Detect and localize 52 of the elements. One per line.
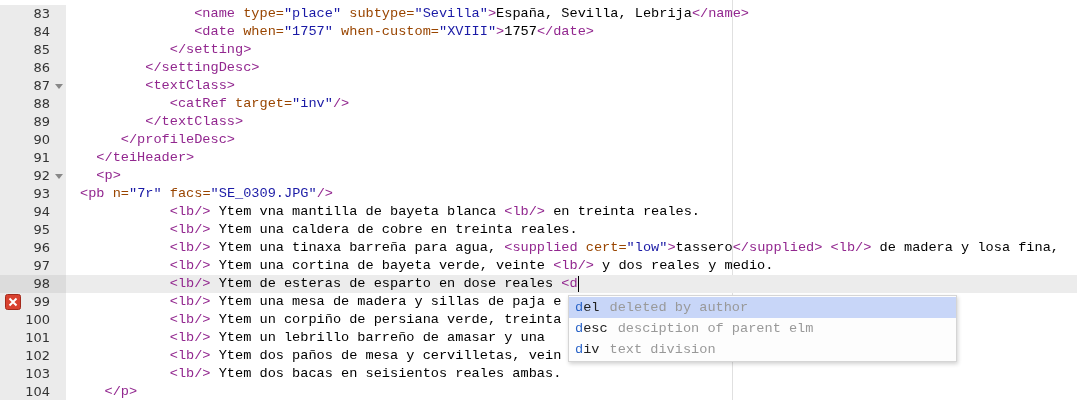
code-line: </textClass> bbox=[144, 113, 244, 131]
code-line: <lb/> Ytem una mesa de madera y sillas de paja e bbox=[168, 293, 562, 311]
line-number: 92 bbox=[33, 167, 50, 185]
code-line: <textClass> bbox=[144, 77, 235, 95]
code-line: <lb/> Ytem un corpiño de persiana verde, treinta bbox=[168, 311, 562, 329]
line-number: 91 bbox=[33, 149, 50, 167]
line-number: 84 bbox=[33, 23, 50, 41]
line-number: 99 bbox=[33, 293, 50, 311]
line-number: 104 bbox=[25, 383, 50, 400]
line-number: 103 bbox=[25, 365, 50, 383]
suggestion-item[interactable]: desc desciption of parent elm bbox=[569, 318, 956, 339]
line-number: 96 bbox=[33, 239, 50, 257]
code-line: </settingDesc> bbox=[144, 59, 260, 77]
line-number: 87 bbox=[33, 77, 50, 95]
line-number: 90 bbox=[33, 131, 50, 149]
code-line: </setting> bbox=[168, 41, 252, 59]
line-number: 86 bbox=[33, 59, 50, 77]
line-number: 83 bbox=[33, 5, 50, 23]
line-number: 94 bbox=[33, 203, 50, 221]
fold-arrow-icon[interactable] bbox=[55, 173, 63, 179]
line-number: 95 bbox=[33, 221, 50, 239]
code-line: </teiHeader> bbox=[95, 149, 195, 167]
code-line: <lb/> Ytem una caldera de cobre en treinta reales. bbox=[168, 221, 578, 239]
code-line: <p> bbox=[95, 167, 121, 185]
line-number: 89 bbox=[33, 113, 50, 131]
line-number: 97 bbox=[33, 257, 50, 275]
suggestion-item[interactable]: div text division bbox=[569, 339, 956, 360]
code-line: <catRef target="inv"/> bbox=[168, 95, 350, 113]
code-line: <lb/> Ytem una cortina de bayeta verde, veinte <lb/> y dos reales y medio. bbox=[168, 257, 774, 275]
code-line: <date when="1757" when-custom="XVIII">1757</date> bbox=[193, 23, 594, 41]
line-number: 101 bbox=[25, 329, 50, 347]
code-line: </profileDesc> bbox=[119, 131, 235, 149]
code-line: <lb/> Ytem dos paños de mesa y cervilletas, vein bbox=[168, 347, 562, 365]
line-number: 102 bbox=[25, 347, 50, 365]
code-line: <lb/> Ytem un lebrillo barreño de amasar y una bbox=[168, 329, 545, 347]
code-editor[interactable] bbox=[0, 0, 1077, 400]
code-line: <lb/> Ytem dos bacas en seisientos reales ambas. bbox=[168, 365, 562, 383]
code-line: <lb/> Ytem vna mantilla de bayeta blanca <lb/> en treinta reales. bbox=[168, 203, 700, 221]
line-number: 100 bbox=[25, 311, 50, 329]
line-number: 93 bbox=[33, 185, 50, 203]
line-number: 85 bbox=[33, 41, 50, 59]
suggestion-item[interactable]: del deleted by author bbox=[569, 297, 956, 318]
error-icon[interactable] bbox=[5, 294, 21, 310]
code-line: <lb/> Ytem de esteras de esparto en dose reales <d bbox=[168, 275, 578, 293]
code-line: </p> bbox=[103, 383, 138, 400]
line-number: 88 bbox=[33, 95, 50, 113]
fold-arrow-icon[interactable] bbox=[55, 83, 63, 89]
code-line: <lb/> Ytem una tinaxa barreña para agua, <supplied cert="low">tassero</supplied> <lb/> de madera y losa fina, bbox=[168, 239, 1059, 257]
line-number: 98 bbox=[33, 275, 50, 293]
text-cursor bbox=[577, 276, 580, 292]
code-line: <pb n="7r" facs="SE_0309.JPG"/> bbox=[80, 185, 333, 203]
code-line: <name type="place" subtype="Sevilla">España, Sevilla, Lebrija</name> bbox=[193, 5, 749, 23]
